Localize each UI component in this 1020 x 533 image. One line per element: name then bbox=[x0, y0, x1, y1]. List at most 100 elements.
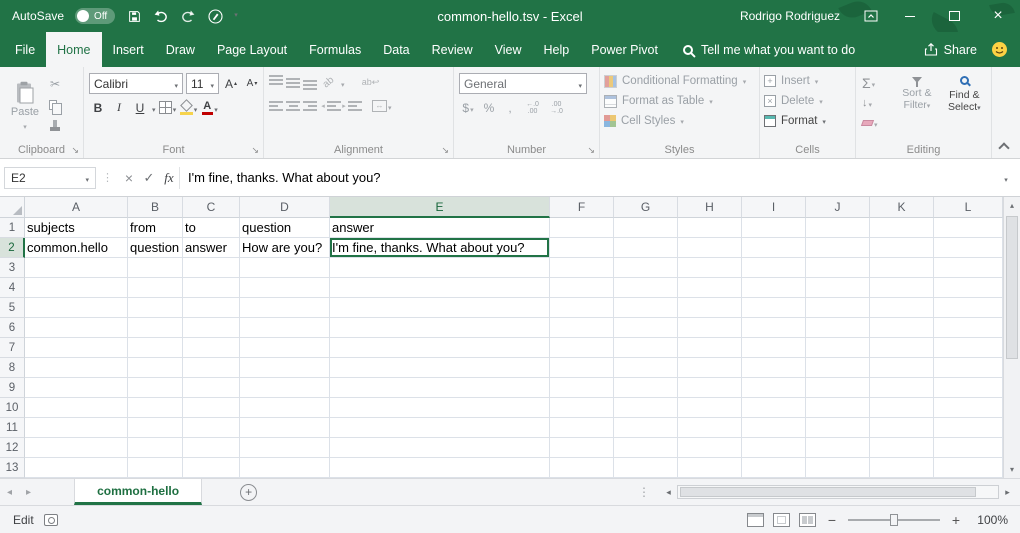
collapse-ribbon-button[interactable] bbox=[998, 141, 1008, 150]
cell-H10[interactable] bbox=[678, 398, 742, 418]
cell-E3[interactable] bbox=[330, 258, 550, 278]
cell-H7[interactable] bbox=[678, 338, 742, 358]
tab-page-layout[interactable]: Page Layout bbox=[206, 32, 298, 67]
row-header-6[interactable]: 6 bbox=[0, 318, 25, 338]
cell-E1[interactable]: answer bbox=[330, 218, 550, 238]
cell-D9[interactable] bbox=[240, 378, 330, 398]
cell-D2[interactable]: How are you? bbox=[240, 238, 330, 258]
cell-C3[interactable] bbox=[183, 258, 240, 278]
orientation-button[interactable] bbox=[320, 73, 338, 92]
cell-A3[interactable] bbox=[25, 258, 128, 278]
number-dialog-launcher[interactable]: ↘ bbox=[587, 146, 595, 155]
cell-D10[interactable] bbox=[240, 398, 330, 418]
cell-J8[interactable] bbox=[806, 358, 870, 378]
normal-view-button[interactable] bbox=[747, 513, 764, 527]
horizontal-scrollbar[interactable] bbox=[660, 485, 1016, 499]
row-header-2[interactable]: 2 bbox=[0, 238, 25, 258]
column-header-F[interactable]: F bbox=[550, 197, 614, 218]
cell-G2[interactable] bbox=[614, 238, 678, 258]
undo-button[interactable] bbox=[153, 6, 169, 26]
cell-E6[interactable] bbox=[330, 318, 550, 338]
column-header-C[interactable]: C bbox=[183, 197, 240, 218]
horizontal-scroll-thumb[interactable] bbox=[680, 487, 976, 497]
row-header-5[interactable]: 5 bbox=[0, 298, 25, 318]
cell-A5[interactable] bbox=[25, 298, 128, 318]
cell-J4[interactable] bbox=[806, 278, 870, 298]
cell-J3[interactable] bbox=[806, 258, 870, 278]
cell-I4[interactable] bbox=[742, 278, 806, 298]
cell-K2[interactable] bbox=[870, 238, 934, 258]
cell-J6[interactable] bbox=[806, 318, 870, 338]
cell-C10[interactable] bbox=[183, 398, 240, 418]
tab-home[interactable]: Home bbox=[46, 32, 101, 67]
cell-G9[interactable] bbox=[614, 378, 678, 398]
cell-E10[interactable] bbox=[330, 398, 550, 418]
new-sheet-button[interactable] bbox=[240, 484, 257, 501]
align-top-button[interactable] bbox=[269, 75, 283, 90]
cell-B8[interactable] bbox=[128, 358, 183, 378]
comma-style-button[interactable]: , bbox=[501, 98, 519, 117]
font-color-button[interactable] bbox=[201, 98, 219, 117]
zoom-level[interactable]: 100% bbox=[972, 513, 1008, 527]
cell-F2[interactable] bbox=[550, 238, 614, 258]
cell-G1[interactable] bbox=[614, 218, 678, 238]
row-header-10[interactable]: 10 bbox=[0, 398, 25, 418]
zoom-slider-thumb[interactable] bbox=[890, 514, 898, 526]
vertical-scroll-track[interactable] bbox=[1004, 214, 1020, 461]
borders-button[interactable] bbox=[159, 98, 177, 117]
scroll-down-button[interactable] bbox=[1004, 461, 1020, 478]
cell-L10[interactable] bbox=[934, 398, 1003, 418]
formula-bar-separator[interactable] bbox=[102, 171, 113, 184]
cell-K6[interactable] bbox=[870, 318, 934, 338]
cell-A2[interactable]: common.hello bbox=[25, 238, 128, 258]
minimize-button[interactable] bbox=[888, 0, 932, 32]
cell-F7[interactable] bbox=[550, 338, 614, 358]
select-all-button[interactable] bbox=[0, 197, 25, 218]
column-header-H[interactable]: H bbox=[678, 197, 742, 218]
cell-A4[interactable] bbox=[25, 278, 128, 298]
cell-L5[interactable] bbox=[934, 298, 1003, 318]
tab-draw[interactable]: Draw bbox=[155, 32, 206, 67]
row-header-11[interactable]: 11 bbox=[0, 418, 25, 438]
cell-G3[interactable] bbox=[614, 258, 678, 278]
cell-C11[interactable] bbox=[183, 418, 240, 438]
cell-J12[interactable] bbox=[806, 438, 870, 458]
cell-E8[interactable] bbox=[330, 358, 550, 378]
enter-button[interactable] bbox=[139, 170, 159, 186]
cell-L6[interactable] bbox=[934, 318, 1003, 338]
format-as-table-button[interactable]: Format as Table bbox=[604, 91, 755, 111]
cell-B5[interactable] bbox=[128, 298, 183, 318]
cell-J10[interactable] bbox=[806, 398, 870, 418]
cell-H6[interactable] bbox=[678, 318, 742, 338]
cell-C12[interactable] bbox=[183, 438, 240, 458]
share-button[interactable]: Share bbox=[914, 32, 987, 67]
cell-D3[interactable] bbox=[240, 258, 330, 278]
decrease-font-size-button[interactable] bbox=[243, 74, 261, 93]
cell-L2[interactable] bbox=[934, 238, 1003, 258]
increase-font-size-button[interactable] bbox=[222, 74, 240, 93]
column-header-E[interactable]: E bbox=[330, 197, 550, 218]
cell-F4[interactable] bbox=[550, 278, 614, 298]
align-left-button[interactable] bbox=[269, 98, 283, 113]
cell-F9[interactable] bbox=[550, 378, 614, 398]
cell-H4[interactable] bbox=[678, 278, 742, 298]
cell-G10[interactable] bbox=[614, 398, 678, 418]
page-layout-view-button[interactable] bbox=[773, 513, 790, 527]
cell-H1[interactable] bbox=[678, 218, 742, 238]
row-header-1[interactable]: 1 bbox=[0, 218, 25, 238]
redo-button[interactable] bbox=[180, 6, 196, 26]
tab-power-pivot[interactable]: Power Pivot bbox=[580, 32, 669, 67]
row-header-13[interactable]: 13 bbox=[0, 458, 25, 478]
cell-F13[interactable] bbox=[550, 458, 614, 478]
cell-E5[interactable] bbox=[330, 298, 550, 318]
decrease-decimal-button[interactable] bbox=[546, 100, 567, 116]
cell-D5[interactable] bbox=[240, 298, 330, 318]
cell-K11[interactable] bbox=[870, 418, 934, 438]
cell-L4[interactable] bbox=[934, 278, 1003, 298]
chevron-down-icon[interactable] bbox=[152, 101, 156, 115]
cell-H11[interactable] bbox=[678, 418, 742, 438]
cell-D8[interactable] bbox=[240, 358, 330, 378]
sheet-nav-left-button[interactable] bbox=[0, 487, 19, 498]
fill-button[interactable]: ↓ bbox=[860, 93, 892, 112]
align-middle-button[interactable] bbox=[286, 75, 300, 90]
